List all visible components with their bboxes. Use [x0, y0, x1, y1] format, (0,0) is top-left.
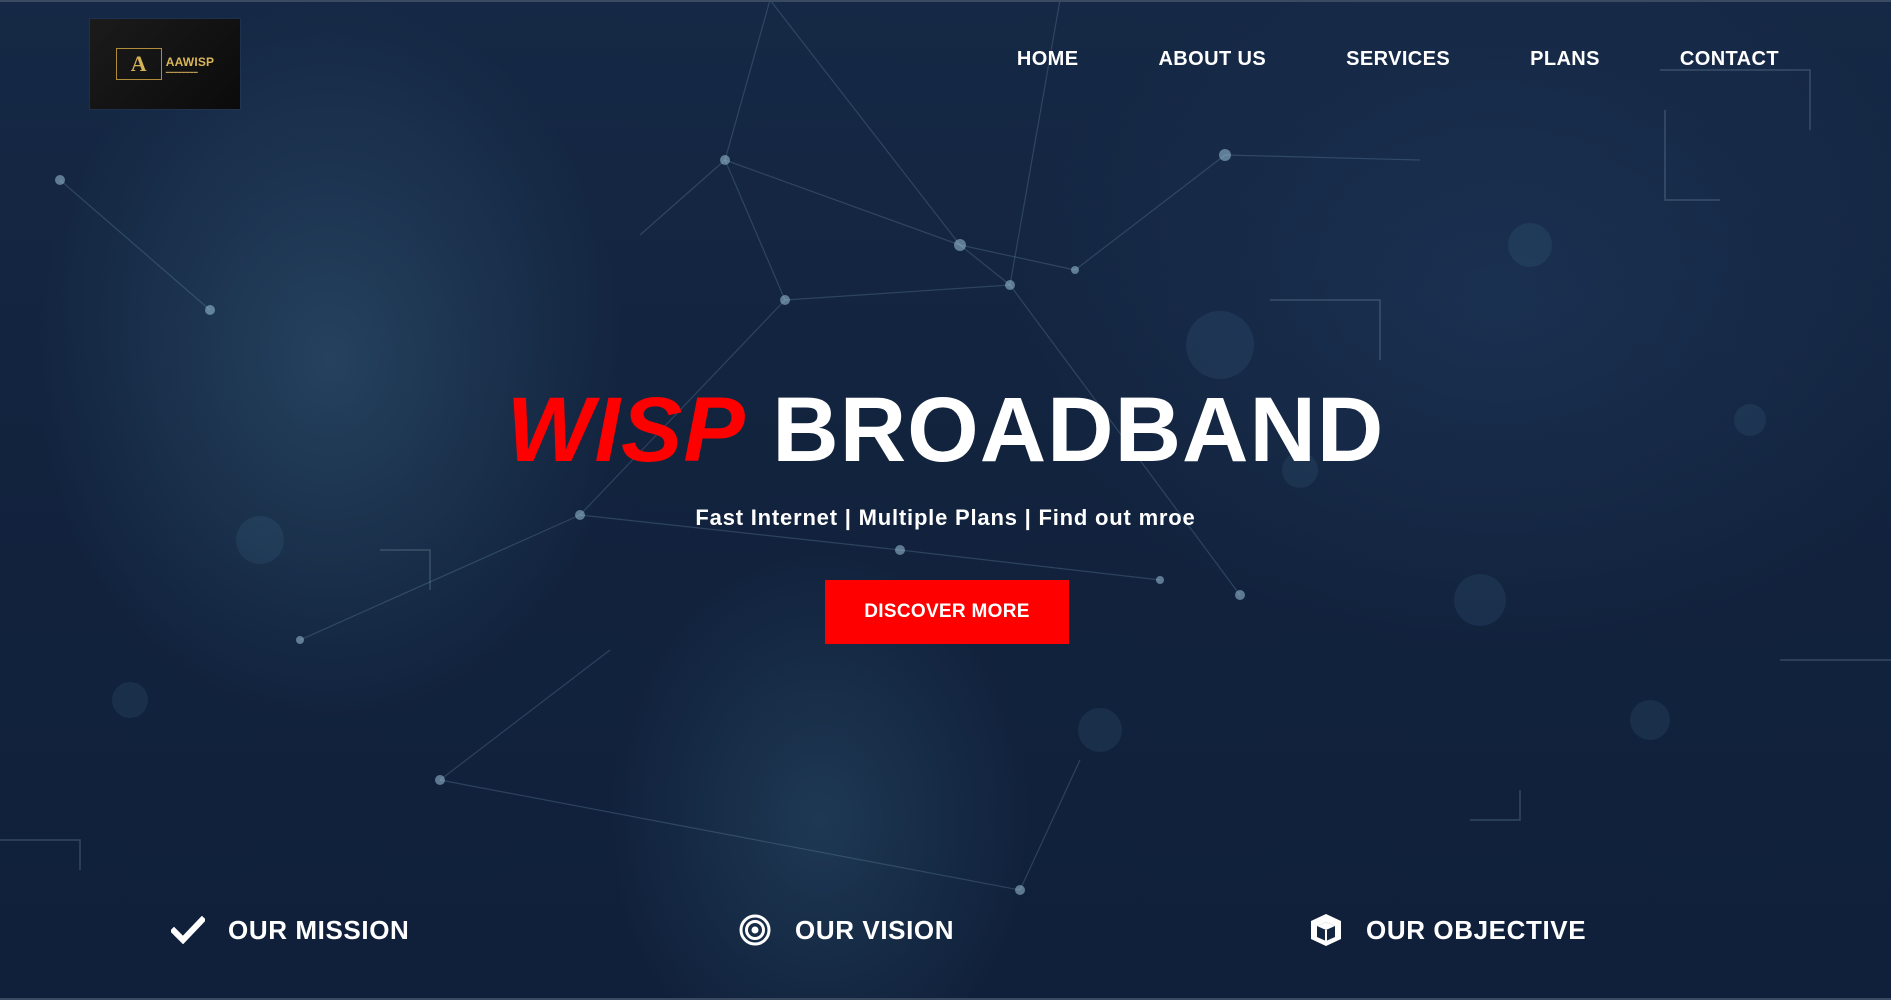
nav-services[interactable]: SERVICES — [1346, 48, 1450, 71]
nav-contact[interactable]: CONTACT — [1680, 48, 1779, 71]
landing-page: A AAWISP ▬▬▬▬▬▬▬▬ HOME ABOUT US SERVICES… — [0, 0, 1891, 1000]
feature-our-objective[interactable]: OUR OBJECTIVE — [1306, 905, 1586, 955]
hero-subtitle: Fast Internet | Multiple Plans | Find ou… — [695, 505, 1196, 530]
feature-label: OUR OBJECTIVE — [1366, 914, 1587, 945]
nav-home[interactable]: HOME — [1017, 48, 1079, 71]
network-background-image — [0, 0, 1891, 895]
logo-mark: A — [115, 48, 162, 80]
hero-title-main: BROADBAND — [772, 379, 1385, 481]
discover-more-button[interactable]: DISCOVER MORE — [825, 580, 1069, 644]
logo-name: AAWISP — [165, 54, 215, 69]
hero-title: WISP BROADBAND — [0, 380, 1891, 480]
nav-plans[interactable]: PLANS — [1530, 48, 1600, 71]
feature-our-vision[interactable]: OUR VISION — [735, 905, 954, 955]
feature-our-mission[interactable]: OUR MISSION — [168, 905, 409, 955]
cube-icon — [1306, 910, 1346, 950]
target-icon — [735, 910, 775, 950]
nav-about-us[interactable]: ABOUT US — [1158, 48, 1266, 71]
checkmark-icon — [168, 910, 208, 950]
logo-tagline: ▬▬▬▬▬▬▬▬ — [165, 68, 198, 74]
feature-label: OUR MISSION — [228, 914, 410, 945]
hero-title-accent: WISP — [506, 379, 746, 481]
feature-label: OUR VISION — [795, 914, 955, 945]
main-nav: HOME ABOUT US SERVICES PLANS CONTACT — [937, 48, 1779, 71]
top-border — [0, 0, 1891, 2]
logo-text: AAWISP ▬▬▬▬▬▬▬▬ — [166, 55, 215, 74]
brand-logo[interactable]: A AAWISP ▬▬▬▬▬▬▬▬ — [90, 19, 240, 109]
